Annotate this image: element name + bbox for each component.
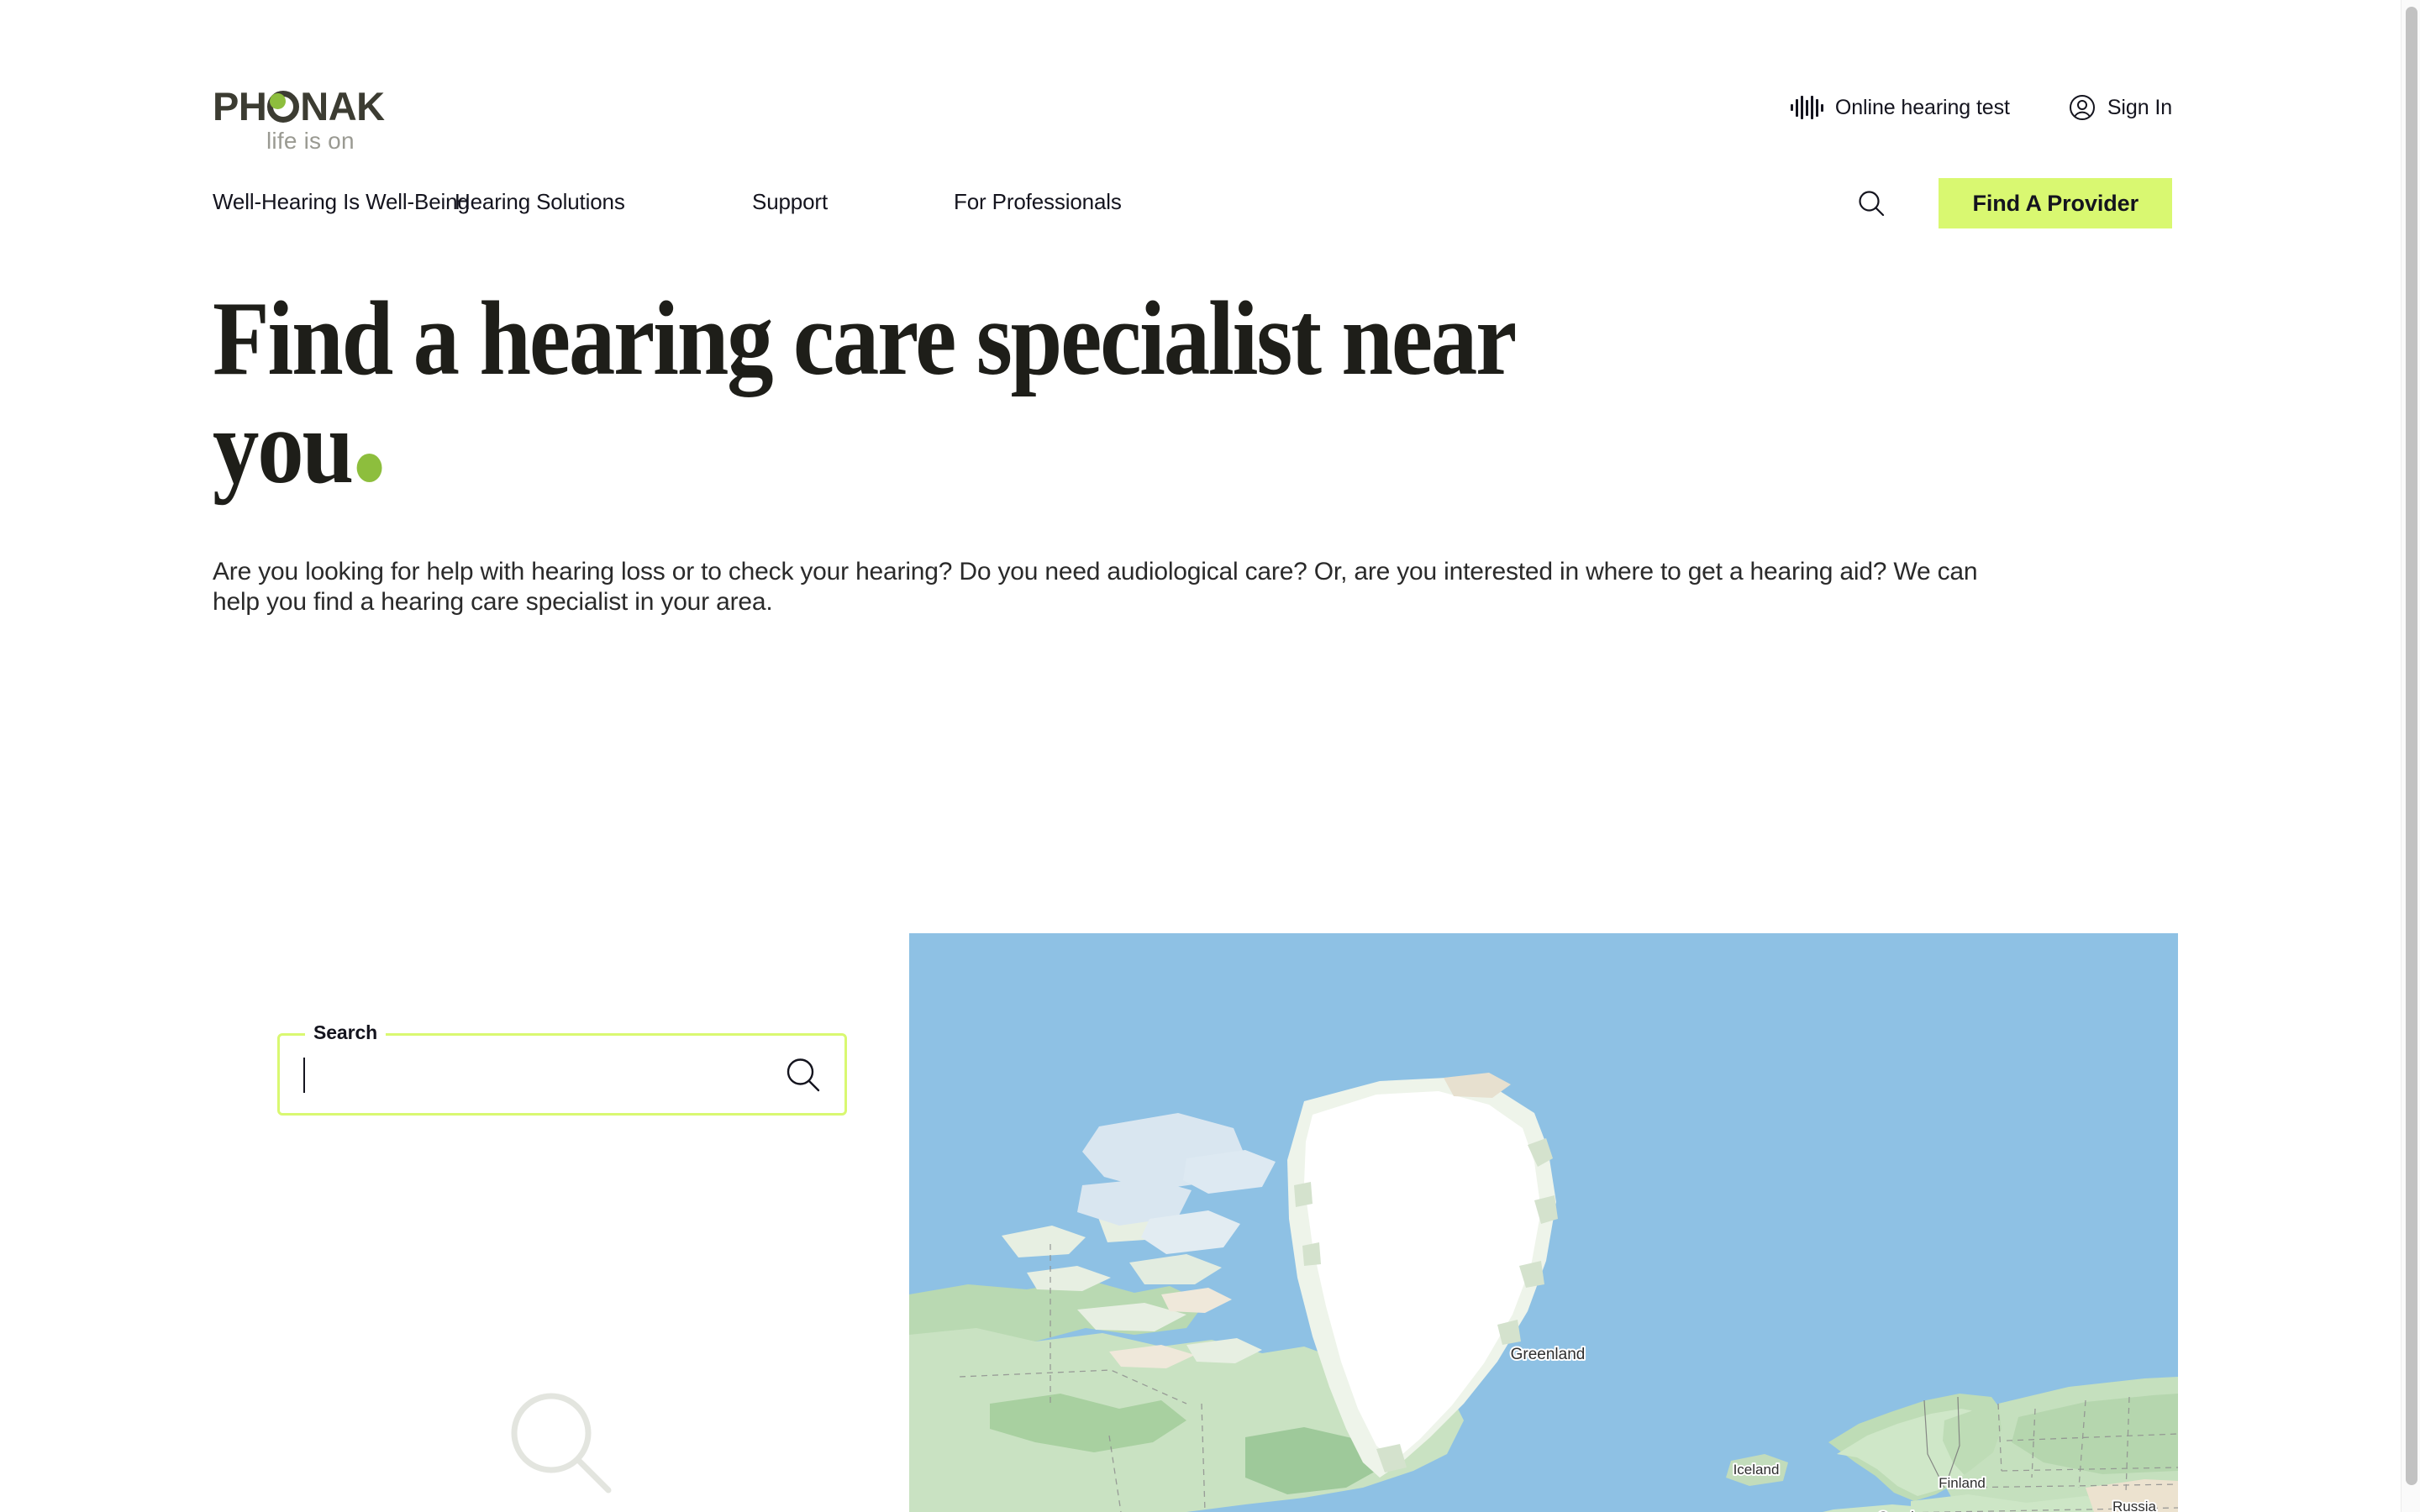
page-root: PH NAK life is on Online hearing test Si…: [0, 0, 2401, 1512]
page-title-line1: Find a hearing care specialist near: [213, 281, 1517, 397]
map-label-greenland: Greenland: [1511, 1346, 1586, 1363]
text-caret: [303, 1058, 305, 1093]
soundwave-icon: [1790, 95, 1823, 120]
map-canvas: Greenland Iceland Canada Norway Sweden F…: [909, 933, 2178, 1512]
search-icon: [1857, 189, 1886, 218]
map-label-sweden: Sweden: [1878, 1509, 1929, 1512]
sign-in-link[interactable]: Sign In: [2069, 94, 2172, 121]
hero-section: Find a hearing care specialist near you …: [213, 285, 2196, 617]
scrollbar-thumb[interactable]: [2406, 7, 2417, 1485]
search-panel: Search: [277, 1021, 847, 1116]
logo-tagline: life is on: [266, 128, 355, 154]
nav-right-cluster: Find A Provider: [1854, 178, 2172, 228]
title-accent-dot: [356, 453, 382, 482]
page-title: Find a hearing care specialist near you: [213, 285, 1958, 501]
hero-description: Are you looking for help with hearing lo…: [213, 558, 1978, 617]
map-label-russia: Russia: [2112, 1499, 2157, 1512]
map-label-finland: Finland: [1939, 1475, 1986, 1491]
search-field-container[interactable]: Search: [277, 1021, 847, 1116]
nav-item-support[interactable]: Support: [752, 189, 954, 215]
header-search-button[interactable]: [1854, 186, 1888, 220]
location-map[interactable]: Greenland Iceland Canada Norway Sweden F…: [909, 933, 2178, 1512]
nav-item-well-hearing[interactable]: Well-Hearing Is Well-Being: [213, 189, 470, 215]
nav-item-hearing-solutions[interactable]: Hearing Solutions: [455, 189, 752, 215]
nav-item-for-professionals[interactable]: For Professionals: [954, 189, 1122, 215]
sign-in-label: Sign In: [2107, 95, 2172, 119]
online-hearing-test-link[interactable]: Online hearing test: [1790, 95, 2010, 120]
utility-bar: Online hearing test Sign In: [0, 86, 2401, 129]
search-input[interactable]: [280, 1036, 750, 1113]
page-scrollbar[interactable]: [2401, 0, 2420, 1512]
search-submit-button[interactable]: [784, 1056, 823, 1095]
search-watermark-icon: [502, 1386, 620, 1504]
search-icon: [784, 1056, 823, 1095]
page-title-line2: you: [213, 388, 354, 506]
online-hearing-test-label: Online hearing test: [1834, 95, 2010, 119]
main-navigation: Well-Hearing Is Well-Being Hearing Solut…: [213, 189, 1122, 215]
user-circle-icon: [2069, 94, 2096, 121]
map-label-iceland: Iceland: [1733, 1462, 1780, 1478]
find-a-provider-button[interactable]: Find A Provider: [1939, 178, 2172, 228]
